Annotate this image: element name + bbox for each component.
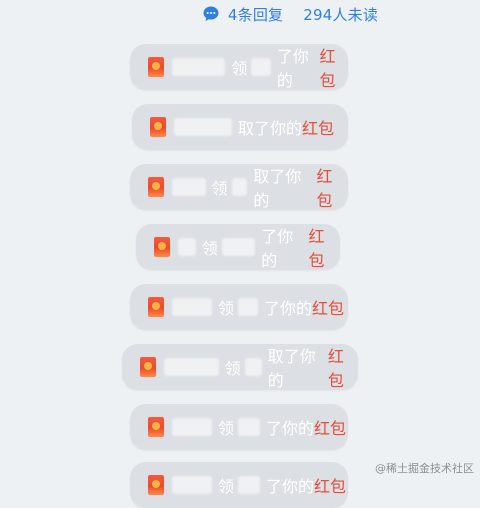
red-packet-label: 红包 bbox=[314, 477, 347, 496]
red-packet-icon bbox=[140, 357, 156, 377]
blurred-username bbox=[172, 178, 206, 196]
notice-verb: 领 bbox=[218, 419, 235, 438]
blurred-fragment bbox=[221, 238, 256, 256]
red-packet-icon bbox=[148, 475, 164, 495]
unread-count-link[interactable]: 294人未读 bbox=[303, 4, 378, 25]
red-packet-label: 红包 bbox=[312, 299, 345, 318]
blurred-username bbox=[172, 58, 226, 76]
notice-action: 取了你的 bbox=[253, 167, 302, 210]
red-packet-notice[interactable]: 领 了你的 红包 bbox=[130, 44, 348, 90]
notice-verb: 取 bbox=[238, 119, 255, 138]
red-packet-label: 红包 bbox=[314, 419, 347, 438]
blurred-fragment bbox=[238, 418, 261, 436]
blurred-fragment bbox=[244, 358, 262, 376]
blurred-username bbox=[172, 298, 212, 316]
blurred-fragment bbox=[238, 476, 261, 494]
blurred-username bbox=[172, 476, 212, 494]
red-packet-notice[interactable]: 领 了你的 红包 bbox=[136, 224, 340, 270]
blurred-username bbox=[164, 358, 219, 376]
chat-bubble-icon bbox=[202, 5, 220, 23]
red-packet-notice[interactable]: 领 了你的 红包 bbox=[130, 462, 348, 508]
notice-verb: 领 bbox=[218, 477, 235, 496]
red-packet-label: 红包 bbox=[308, 227, 325, 270]
red-packet-label: 红包 bbox=[316, 167, 333, 210]
notice-verb: 领 bbox=[218, 299, 235, 318]
notice-action: 了你的 bbox=[264, 299, 313, 318]
notice-action: 取了你的 bbox=[267, 347, 316, 390]
notice-verb: 领 bbox=[224, 359, 241, 378]
red-packet-icon bbox=[148, 297, 164, 317]
blurred-username bbox=[174, 118, 232, 136]
red-packet-notice[interactable]: 领 取了你的 红包 bbox=[122, 344, 358, 390]
red-packet-icon bbox=[150, 117, 166, 137]
red-packet-icon bbox=[148, 417, 164, 437]
notice-action: 了你的 bbox=[266, 419, 315, 438]
red-packet-label: 红包 bbox=[319, 47, 336, 90]
red-packet-notice[interactable]: 取 了你的 红包 bbox=[132, 104, 348, 150]
red-packet-notice[interactable]: 领 了你的 红包 bbox=[130, 284, 348, 330]
red-packet-notice[interactable]: 领 了你的 红包 bbox=[130, 404, 348, 450]
notice-verb: 领 bbox=[211, 179, 228, 198]
red-packet-icon bbox=[154, 237, 170, 257]
chat-header: 4条回复 294人未读 bbox=[0, 0, 480, 28]
red-packet-icon bbox=[148, 177, 164, 197]
notice-action: 了你的 bbox=[276, 47, 309, 90]
notice-verb: 领 bbox=[231, 59, 248, 78]
notice-action: 了你的 bbox=[254, 119, 303, 138]
notice-action: 了你的 bbox=[261, 227, 294, 270]
blurred-fragment bbox=[238, 298, 259, 316]
notice-verb: 领 bbox=[201, 239, 218, 258]
notice-action: 了你的 bbox=[266, 477, 315, 496]
blurred-fragment bbox=[231, 178, 248, 196]
red-packet-label: 红包 bbox=[327, 347, 344, 390]
watermark: @稀土掘金技术社区 bbox=[375, 462, 474, 475]
blurred-username bbox=[172, 418, 212, 436]
blurred-username bbox=[178, 238, 196, 256]
reply-count-link[interactable]: 4条回复 bbox=[228, 4, 283, 25]
red-packet-icon bbox=[148, 57, 164, 77]
red-packet-notice[interactable]: 领 取了你的 红包 bbox=[130, 164, 348, 210]
blurred-fragment bbox=[251, 58, 271, 76]
red-packet-label: 红包 bbox=[302, 119, 335, 138]
reply-summary[interactable]: 4条回复 294人未读 bbox=[202, 4, 378, 25]
